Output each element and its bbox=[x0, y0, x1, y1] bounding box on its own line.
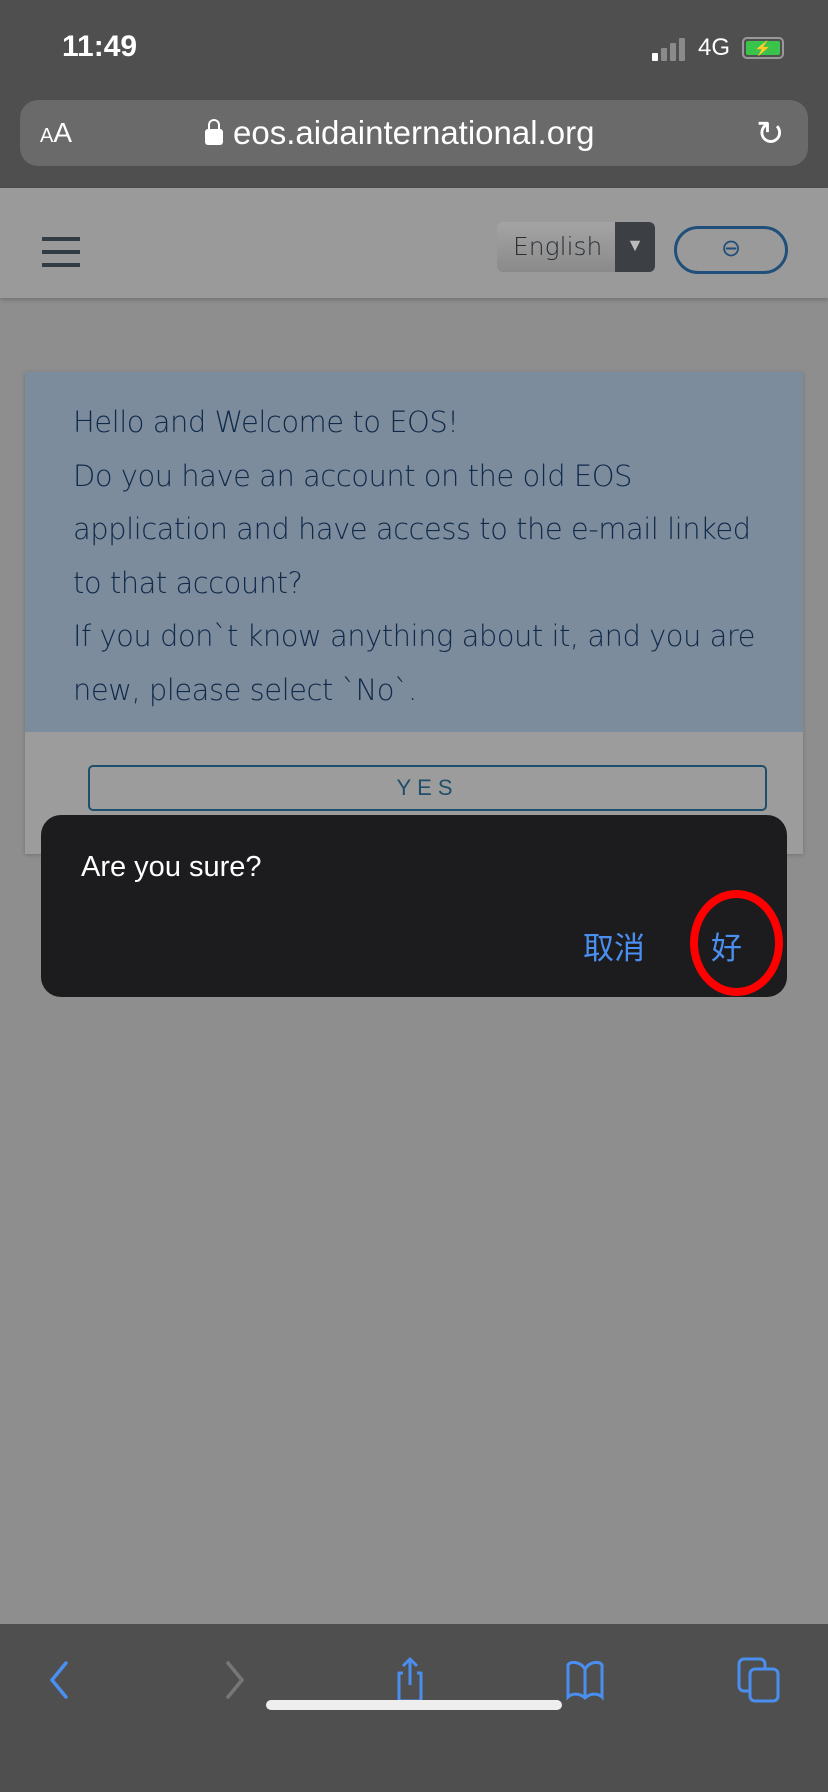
welcome-line: Do you have an account on the old EOS ap… bbox=[73, 458, 751, 600]
login-button[interactable]: ⊖ bbox=[674, 226, 788, 274]
chevron-down-icon: ▼ bbox=[615, 222, 655, 272]
back-icon[interactable] bbox=[36, 1655, 86, 1705]
language-select[interactable]: English ▼ bbox=[497, 222, 655, 272]
welcome-text: Hello and Welcome to EOS! Do you have an… bbox=[25, 372, 803, 732]
url-text: eos.aidainternational.org bbox=[233, 114, 595, 151]
language-value: English bbox=[513, 232, 603, 261]
annotation-circle bbox=[690, 890, 783, 996]
battery-icon: ⚡ bbox=[742, 37, 784, 59]
welcome-line: Hello and Welcome to EOS! bbox=[73, 405, 459, 439]
bookmarks-icon[interactable] bbox=[560, 1655, 610, 1705]
home-indicator[interactable] bbox=[266, 1700, 562, 1710]
lock-icon bbox=[205, 119, 223, 145]
dialog-message: Are you sure? bbox=[81, 851, 262, 883]
login-icon: ⊖ bbox=[720, 235, 742, 262]
cancel-button[interactable]: 取消 bbox=[583, 923, 645, 968]
status-time: 11:49 bbox=[62, 30, 138, 63]
signal-icon bbox=[652, 38, 685, 61]
welcome-line: If you don`t know anything about it, and… bbox=[73, 619, 756, 707]
network-label: 4G bbox=[698, 34, 731, 61]
confirm-dialog: Are you sure? 取消 好 bbox=[41, 815, 787, 997]
tabs-icon[interactable] bbox=[735, 1655, 785, 1705]
reload-icon[interactable]: ↻ bbox=[756, 114, 785, 154]
url-field[interactable]: eos.aidainternational.org bbox=[205, 114, 594, 152]
yes-button[interactable]: YES bbox=[88, 765, 767, 811]
share-icon[interactable] bbox=[385, 1655, 435, 1705]
forward-icon[interactable] bbox=[210, 1655, 260, 1705]
text-size-button[interactable]: AA bbox=[40, 117, 72, 149]
hamburger-icon[interactable] bbox=[42, 237, 80, 276]
